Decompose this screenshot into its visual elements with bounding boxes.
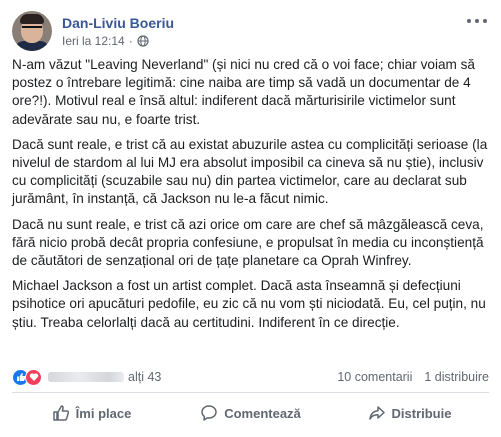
post-paragraph: Dacă sunt reale, e trist că au existat a… [12,136,488,207]
avatar[interactable] [12,11,52,51]
reaction-names-blurred [48,372,124,382]
author-name[interactable]: Dan-Liviu Boeriu [62,14,174,32]
stats-right: 10 comentarii 1 distribuire [337,370,489,384]
post-stats: alți 43 10 comentarii 1 distribuire [12,368,489,386]
comments-count[interactable]: 10 comentarii [337,370,412,384]
reaction-others-count: alți 43 [128,370,162,384]
post-time-row: Ieri la 12:14 · [62,33,174,49]
post-paragraph: Dacă nu sunt reale, e trist că azi orice… [12,216,484,269]
thumbs-up-icon [52,405,69,421]
post-header: Dan-Liviu Boeriu Ieri la 12:14 · [12,10,174,52]
separator-dot: · [128,33,133,48]
like-button-label: Îmi place [75,405,132,421]
share-button-label: Distribuie [391,405,452,421]
comment-button-label: Comentează [224,405,301,421]
shares-count[interactable]: 1 distribuire [424,370,489,384]
comment-icon [201,405,217,421]
share-icon [368,406,385,420]
comment-button[interactable]: Comentează [171,396,330,430]
post-timestamp[interactable]: Ieri la 12:14 [62,33,125,49]
like-button[interactable]: Îmi place [12,396,171,430]
post-meta: Dan-Liviu Boeriu Ieri la 12:14 · [62,14,174,49]
post-paragraph: N-am văzut "Leaving Neverland" (și nici … [12,57,475,127]
post-body: N-am văzut "Leaving Neverland" (și nici … [12,56,489,339]
facebook-post: Dan-Liviu Boeriu Ieri la 12:14 · N-am vă… [0,0,501,437]
post-actions: Îmi place Comentează Distribuie [12,396,489,430]
share-button[interactable]: Distribuie [330,396,489,430]
divider [12,392,489,393]
reactions-summary[interactable]: alți 43 [12,368,162,386]
post-paragraph: Michael Jackson a fost un artist complet… [12,278,486,330]
love-icon [25,368,42,386]
more-options-icon[interactable] [467,14,487,28]
globe-icon[interactable] [137,34,149,47]
